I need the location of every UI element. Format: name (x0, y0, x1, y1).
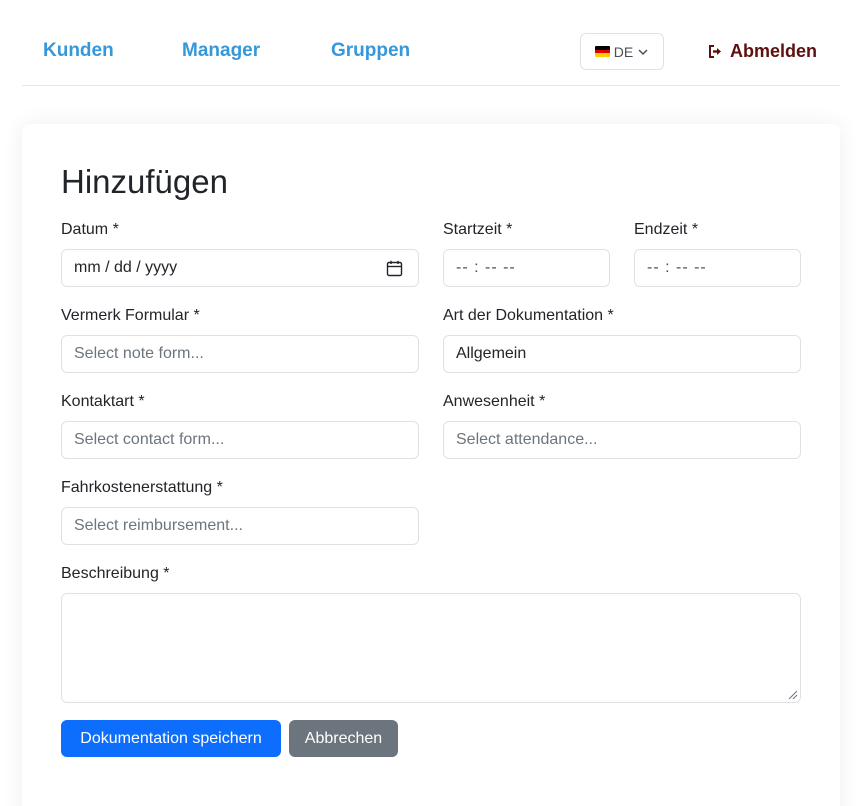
description-label: Beschreibung * (61, 565, 170, 582)
date-placeholder: mm / dd / yyyy (74, 259, 178, 276)
note-form-label: Vermerk Formular * (61, 307, 200, 324)
contact-placeholder: Select contact form... (74, 431, 225, 448)
description-textarea[interactable] (61, 593, 801, 703)
logout-label: Abmelden (730, 41, 818, 61)
resize-grip-icon[interactable] (786, 688, 798, 700)
calendar-icon[interactable] (386, 260, 403, 277)
german-flag-icon (594, 46, 610, 57)
contact-select[interactable]: Select contact form... (61, 421, 419, 459)
start-time-label: Startzeit * (443, 221, 513, 238)
reimbursement-placeholder: Select reimbursement... (74, 517, 243, 534)
end-time-label: Endzeit * (634, 221, 699, 238)
note-form-select[interactable]: Select note form... (61, 335, 419, 373)
logout-button[interactable]: Abmelden (708, 40, 817, 62)
language-dropdown[interactable]: DE (580, 33, 664, 70)
language-label: DE (613, 43, 634, 60)
start-time-input[interactable]: -- : -- -- (443, 249, 610, 287)
page-title: Hinzufügen (61, 163, 228, 200)
note-form-placeholder: Select note form... (74, 345, 204, 362)
doc-type-select[interactable]: Allgemein (443, 335, 801, 373)
logout-icon (709, 44, 721, 58)
end-time-placeholder: -- : -- -- (647, 259, 707, 276)
doc-type-value: Allgemein (456, 345, 527, 362)
attendance-select[interactable]: Select attendance... (443, 421, 801, 459)
chevron-down-icon (638, 48, 648, 55)
top-navbar: Kunden Manager Gruppen DE Abmelden (22, 0, 840, 86)
reimbursement-label: Fahrkostenerstattung * (61, 479, 223, 496)
nav-link-manager[interactable]: Manager (182, 40, 260, 62)
date-input[interactable]: mm / dd / yyyy (61, 249, 419, 287)
attendance-label: Anwesenheit * (443, 393, 546, 410)
start-time-placeholder: -- : -- -- (456, 259, 516, 276)
nav-link-gruppen[interactable]: Gruppen (331, 40, 410, 62)
cancel-button[interactable]: Abbrechen (289, 720, 398, 757)
attendance-placeholder: Select attendance... (456, 431, 598, 448)
doc-type-label: Art der Dokumentation * (443, 307, 614, 324)
end-time-input[interactable]: -- : -- -- (634, 249, 801, 287)
nav-link-kunden[interactable]: Kunden (43, 40, 114, 62)
add-documentation-card: Hinzufügen Datum * mm / dd / yyyy Startz… (22, 124, 840, 806)
save-documentation-button[interactable]: Dokumentation speichern (61, 720, 281, 757)
date-label: Datum * (61, 221, 119, 238)
reimbursement-select[interactable]: Select reimbursement... (61, 507, 419, 545)
contact-label: Kontaktart * (61, 393, 145, 410)
